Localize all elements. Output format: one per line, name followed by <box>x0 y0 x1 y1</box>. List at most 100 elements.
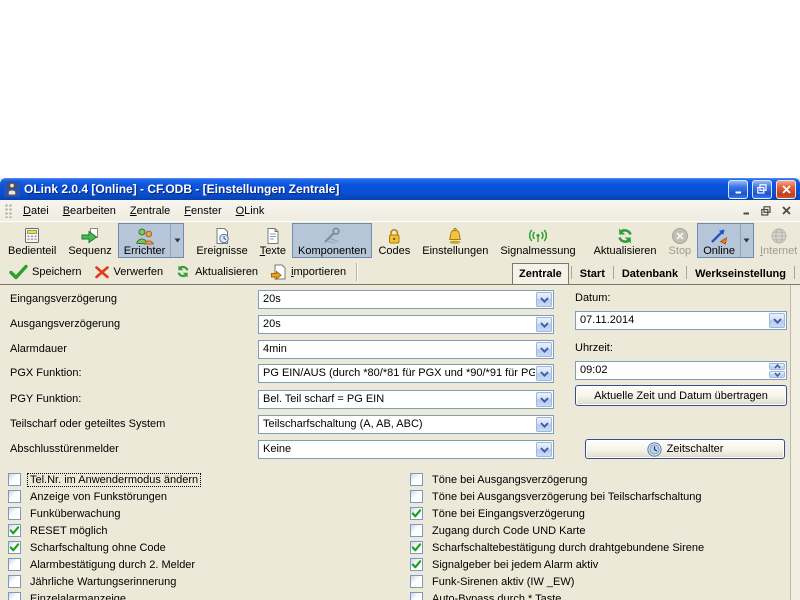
dropdown-abschlusst-renmelder[interactable]: Keine <box>258 440 554 459</box>
toolbar-drag-handle[interactable] <box>5 204 13 218</box>
checkbox-checked[interactable] <box>410 541 423 554</box>
dropdown-arrow-button[interactable] <box>740 224 753 257</box>
restore-button[interactable] <box>752 180 772 199</box>
dropdown-arrow-button[interactable] <box>536 417 552 432</box>
checkbox[interactable] <box>410 524 423 537</box>
settings-panel: Datum: 07.11.2014 Uhrzeit: 09:02 Aktuell… <box>0 285 800 600</box>
toolbar-button-online[interactable]: Online <box>698 224 740 257</box>
dropdown-arrow-button[interactable] <box>536 392 552 407</box>
toolbar-button-aktualisieren[interactable]: Aktualisieren <box>169 261 264 282</box>
toolbar-button-label: Ereignisse <box>196 245 247 257</box>
menu-item-fenster[interactable]: Fenster <box>177 202 228 220</box>
checkbox-row[interactable]: Töne bei Eingangsverzögerung <box>410 507 706 520</box>
checkbox-row[interactable]: Zugang durch Code UND Karte <box>410 524 706 537</box>
checkbox[interactable] <box>8 507 21 520</box>
mdi-restore-button[interactable] <box>758 204 774 218</box>
dropdown-eingangsverz-gerung[interactable]: 20s <box>258 290 554 309</box>
dropdown-teilscharf-oder-geteiltes-system[interactable]: Teilscharfschaltung (A, AB, ABC) <box>258 415 554 434</box>
dropdown-arrow-button[interactable] <box>536 342 552 357</box>
checkbox-checked[interactable] <box>8 524 21 537</box>
dropdown-arrow-button[interactable] <box>536 317 552 332</box>
form-label-eingangsverz-gerung: Eingangsverzögerung <box>10 293 117 305</box>
toolbar-button-aktualisieren[interactable]: Aktualisieren <box>588 223 663 258</box>
dropdown-arrow-button[interactable] <box>536 292 552 307</box>
checkbox-checked[interactable] <box>8 541 21 554</box>
checkbox-row[interactable]: Jährliche Wartungserinnerung <box>8 575 200 588</box>
date-dropdown[interactable]: 07.11.2014 <box>575 311 787 330</box>
mdi-close-button[interactable] <box>778 204 794 218</box>
checkbox[interactable] <box>8 575 21 588</box>
dropdown-arrow-button[interactable] <box>536 366 552 381</box>
close-button[interactable] <box>776 180 796 199</box>
dropdown-ausgangsverz-gerung[interactable]: 20s <box>258 315 554 334</box>
checkbox[interactable] <box>8 558 21 571</box>
checkbox[interactable] <box>410 490 423 503</box>
checkbox-row[interactable]: Anzeige von Funkstörungen <box>8 490 200 503</box>
checkbox[interactable] <box>8 490 21 503</box>
toolbar-button-verwerfen[interactable]: Verwerfen <box>88 261 170 283</box>
toolbar-button-einstellungen[interactable]: Einstellungen <box>416 223 494 258</box>
toolbar-button-texte[interactable]: Texte <box>254 223 292 258</box>
toolbar-button-signalmessung[interactable]: Signalmessung <box>494 223 581 258</box>
checkbox-row[interactable]: Töne bei Ausgangsverzögerung <box>410 473 706 486</box>
time-spinner[interactable]: 09:02 <box>575 361 787 380</box>
checkbox-checked[interactable] <box>410 507 423 520</box>
checkbox-row[interactable]: Tel.Nr. im Anwendermodus ändern <box>8 473 200 486</box>
title-bar[interactable]: OLink 2.0.4 [Online] - CF.ODB - [Einstel… <box>0 178 800 200</box>
toolbar-button-codes[interactable]: Codes <box>372 223 416 258</box>
checkbox[interactable] <box>410 575 423 588</box>
toolbar-button-bedienteil[interactable]: Bedienteil <box>2 223 62 258</box>
toolbar-button-label: Errichter <box>124 245 166 257</box>
menu-item-datei[interactable]: Datei <box>16 202 56 220</box>
transfer-datetime-button[interactable]: Aktuelle Zeit und Datum übertragen <box>575 385 787 406</box>
tab-zentrale[interactable]: Zentrale <box>512 263 569 285</box>
toolbar-button-ereignisse[interactable]: Ereignisse <box>190 223 253 258</box>
checkbox-row[interactable]: Auto-Bypass durch * Taste <box>410 592 706 600</box>
checkbox-row[interactable]: Töne bei Ausgangsverzögerung bei Teilsch… <box>410 490 706 503</box>
spinner-up-button[interactable] <box>769 363 785 370</box>
zeitschalter-button[interactable]: Zeitschalter <box>585 439 785 459</box>
users-icon <box>135 227 155 245</box>
spinner-down-button[interactable] <box>769 371 785 378</box>
checkbox-row[interactable]: Scharfschaltung ohne Code <box>8 541 200 554</box>
refresh-small-icon <box>175 264 191 279</box>
checkbox-row[interactable]: Alarmbestätigung durch 2. Melder <box>8 558 200 571</box>
dropdown-pgy-funktion[interactable]: Bel. Teil scharf = PG EIN <box>258 390 554 409</box>
toolbar-button-importieren[interactable]: importieren <box>264 261 352 283</box>
checkbox-row[interactable]: Scharfschaltebestätigung durch drahtgebu… <box>410 541 706 554</box>
checkbox[interactable] <box>410 592 423 600</box>
toolbar-button-label: importieren <box>291 266 346 278</box>
tab-start[interactable]: Start <box>574 263 611 284</box>
menu-item-olink[interactable]: OLink <box>229 202 272 220</box>
toolbar-button-internet[interactable]: Internet <box>754 223 800 258</box>
checkbox[interactable] <box>8 592 21 600</box>
dropdown-alarmdauer[interactable]: 4min <box>258 340 554 359</box>
checkbox-row[interactable]: RESET möglich <box>8 524 200 537</box>
toolbar-button-label: Aktualisieren <box>594 245 657 257</box>
toolbar-button-stop[interactable]: Stop <box>663 223 698 258</box>
tab-werkseinstellung[interactable]: Werkseinstellung <box>689 263 792 284</box>
checkbox-row[interactable]: Einzelalarmanzeige <box>8 592 200 600</box>
dropdown-arrow-button[interactable] <box>536 442 552 457</box>
toolbar-button-speichern[interactable]: Speichern <box>3 261 88 283</box>
checkbox[interactable] <box>8 473 21 486</box>
dropdown-pgx-funktion[interactable]: PG EIN/AUS (durch *80/*81 für PGX und *9… <box>258 364 554 383</box>
toolbar-button-komponenten[interactable]: Komponenten <box>292 223 373 258</box>
checkbox-row[interactable]: Funküberwachung <box>8 507 200 520</box>
menu-item-bearbeiten[interactable]: Bearbeiten <box>56 202 123 220</box>
checkbox-row[interactable]: Funk-Sirenen aktiv (IW _EW) <box>410 575 706 588</box>
dropdown-arrow-button[interactable] <box>769 313 785 328</box>
toolbar-splitbutton-online[interactable]: Online <box>697 223 754 258</box>
toolbar-splitbutton-errichter[interactable]: Errichter <box>118 223 185 258</box>
mdi-minimize-button[interactable] <box>738 204 754 218</box>
checkbox[interactable] <box>410 473 423 486</box>
minimize-button[interactable] <box>728 180 748 199</box>
toolbar-button-sequenz[interactable]: Sequenz <box>62 223 117 258</box>
checkbox-label: RESET möglich <box>28 525 109 537</box>
dropdown-arrow-button[interactable] <box>170 224 183 257</box>
toolbar-button-errichter[interactable]: Errichter <box>119 224 171 257</box>
tab-datenbank[interactable]: Datenbank <box>616 263 684 284</box>
menu-item-zentrale[interactable]: Zentrale <box>123 202 177 220</box>
checkbox-checked[interactable] <box>410 558 423 571</box>
checkbox-row[interactable]: Signalgeber bei jedem Alarm aktiv <box>410 558 706 571</box>
